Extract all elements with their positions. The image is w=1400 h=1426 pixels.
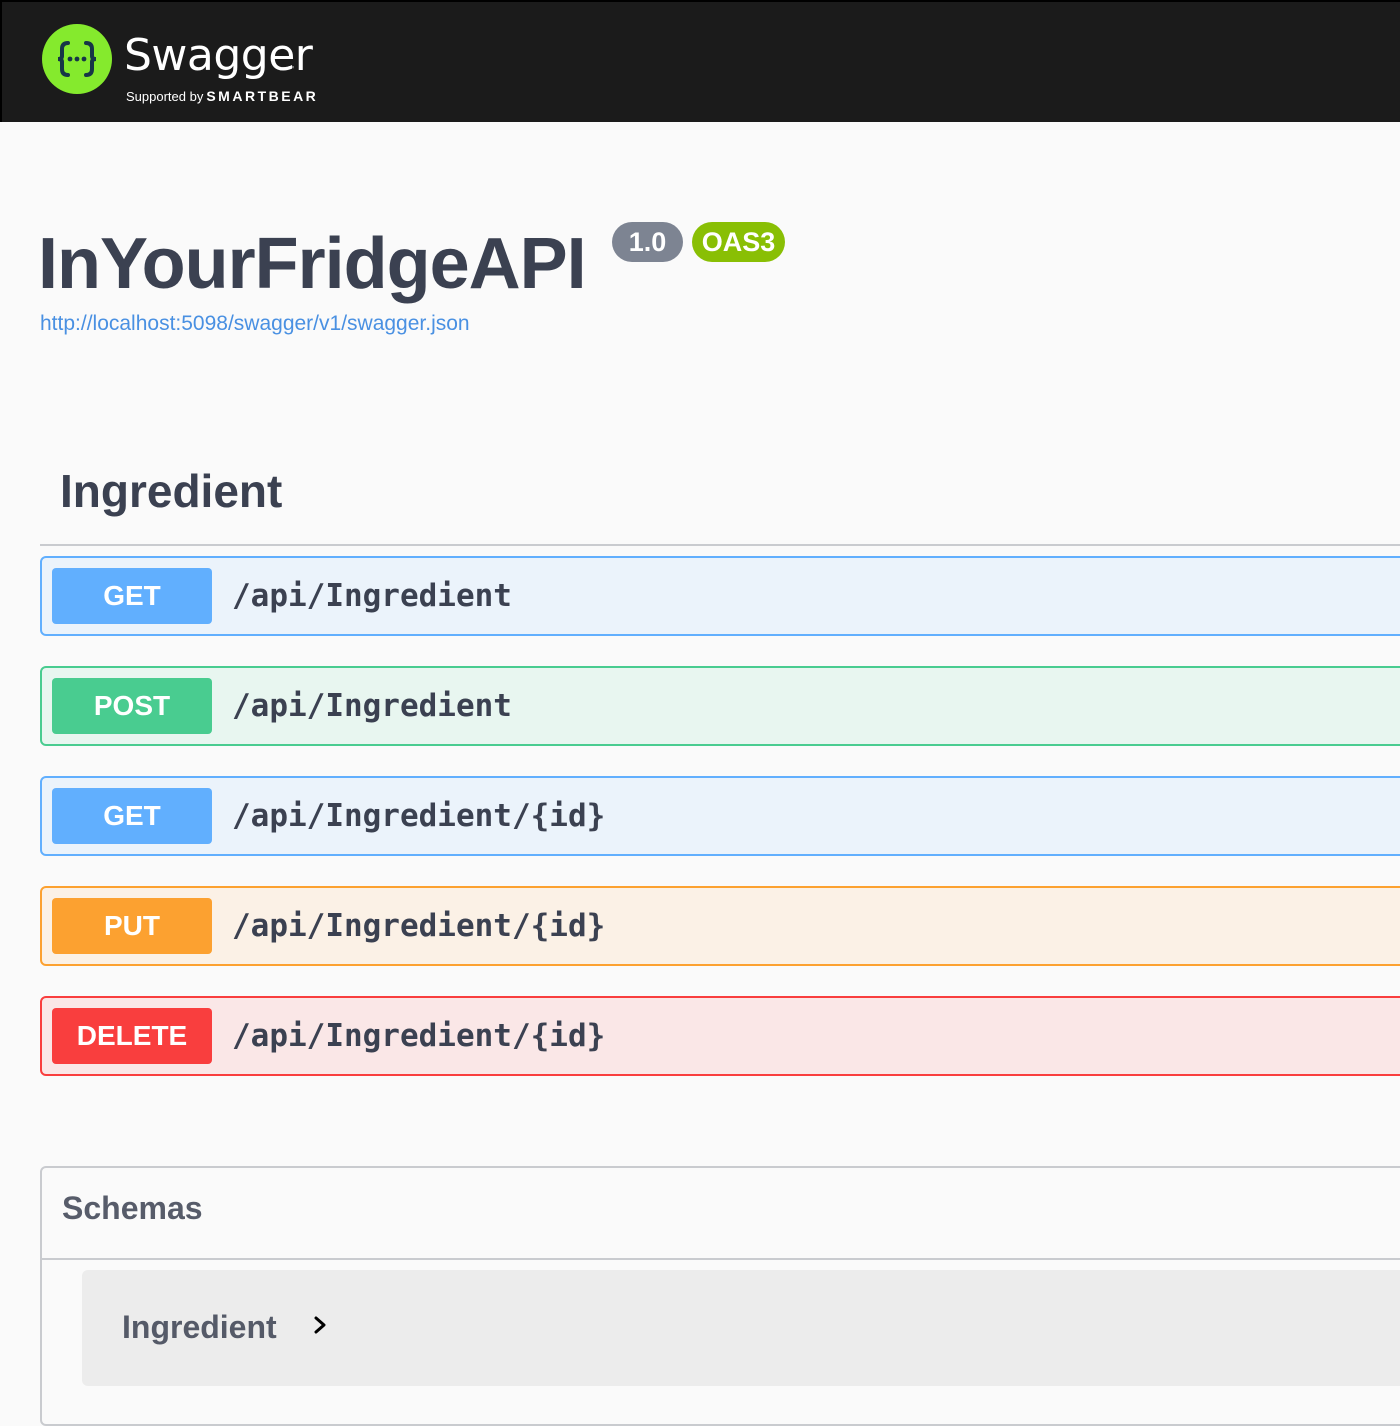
schema-item-ingredient[interactable]: Ingredient [82, 1270, 1400, 1386]
schemas-divider [42, 1258, 1400, 1260]
operation-path: /api/Ingredient [232, 688, 512, 724]
method-badge: PUT [52, 898, 212, 954]
oas-badge: OAS3 [692, 222, 785, 262]
opblock-delete-ingredient-by-id[interactable]: DELETE /api/Ingredient/{id} [40, 996, 1400, 1076]
supported-by-text: Supported by [126, 89, 204, 104]
spec-url-link[interactable]: http://localhost:5098/swagger/v1/swagger… [40, 311, 470, 337]
api-title: InYourFridgeAPI [38, 224, 587, 304]
method-badge: DELETE [52, 1008, 212, 1064]
opblock-put-ingredient-by-id[interactable]: PUT /api/Ingredient/{id} [40, 886, 1400, 966]
smartbear-brand: SMARTBEAR [206, 88, 319, 104]
logo-trademark: ™ [288, 66, 294, 72]
tag-title-ingredient[interactable]: Ingredient [60, 462, 282, 520]
topbar: Swagger ™ Supported by SMARTBEAR [0, 0, 1400, 122]
method-badge: GET [52, 788, 212, 844]
opblock-post-ingredient[interactable]: POST /api/Ingredient [40, 666, 1400, 746]
operation-path: /api/Ingredient/{id} [232, 798, 606, 834]
swagger-logo-icon[interactable] [42, 24, 112, 94]
operation-path: /api/Ingredient/{id} [232, 1018, 606, 1054]
operation-path: /api/Ingredient/{id} [232, 908, 606, 944]
method-badge: GET [52, 568, 212, 624]
operation-path: /api/Ingredient [232, 578, 512, 614]
tag-divider [40, 544, 1400, 546]
opblock-get-ingredient-by-id[interactable]: GET /api/Ingredient/{id} [40, 776, 1400, 856]
logo-supported-by: Supported by SMARTBEAR [126, 88, 318, 105]
chevron-right-icon[interactable] [312, 1314, 328, 1341]
schemas-section: Schemas Ingredient [40, 1166, 1400, 1426]
opblock-get-ingredient[interactable]: GET /api/Ingredient [40, 556, 1400, 636]
schemas-title[interactable]: Schemas [62, 1184, 203, 1232]
method-badge: POST [52, 678, 212, 734]
logo-title: Swagger [124, 30, 313, 81]
version-badge: 1.0 [612, 222, 683, 262]
schema-name: Ingredient [122, 1309, 277, 1345]
